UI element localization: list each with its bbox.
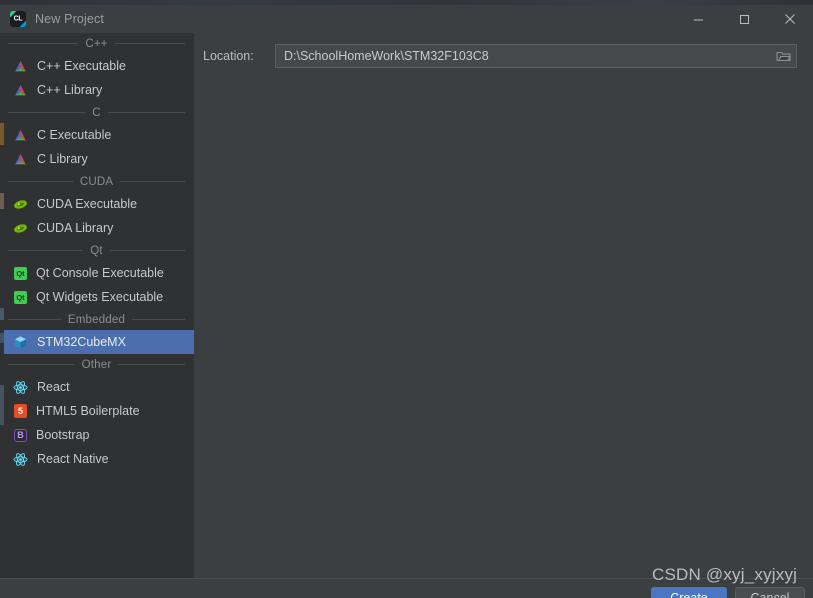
project-type-item[interactable]: Qt Qt Widgets Executable bbox=[4, 285, 194, 309]
dialog-content: C++ C++ Executable C++ Library C C Executabl… bbox=[0, 33, 813, 578]
csdn-watermark: CSDN @xyj_xyjxyj bbox=[652, 565, 798, 584]
project-type-list[interactable]: C++ C++ Executable C++ Library C C Executabl… bbox=[4, 33, 194, 578]
group-header: CUDA bbox=[4, 171, 194, 192]
folder-open-icon[interactable] bbox=[770, 45, 796, 67]
project-type-item[interactable]: C++ Executable bbox=[4, 54, 194, 78]
group-header: Embedded bbox=[4, 309, 194, 330]
bootstrap-icon: B bbox=[14, 428, 27, 442]
group-header-label: C bbox=[92, 106, 101, 119]
group-header-label: C++ bbox=[85, 37, 108, 50]
location-row: Location: D:\SchoolHomeWork\STM32F103C8 bbox=[203, 44, 797, 68]
project-type-label: Qt Widgets Executable bbox=[36, 290, 164, 304]
project-type-label: HTML5 Boilerplate bbox=[36, 404, 140, 418]
group-rule-right bbox=[132, 319, 186, 320]
group-rule-right bbox=[114, 43, 185, 44]
project-type-label: CUDA Executable bbox=[37, 197, 138, 211]
project-type-item[interactable]: 5 HTML5 Boilerplate bbox=[4, 399, 194, 423]
project-type-item[interactable]: CUDA Executable bbox=[4, 192, 194, 216]
minimize-icon[interactable] bbox=[675, 5, 721, 33]
maximize-icon[interactable] bbox=[721, 5, 767, 33]
window-controls bbox=[675, 5, 813, 33]
cancel-button[interactable]: Cancel bbox=[735, 587, 805, 598]
project-type-item[interactable]: React bbox=[4, 375, 194, 399]
clion-icon bbox=[10, 11, 26, 27]
cpp-icon bbox=[13, 59, 28, 74]
location-input[interactable]: D:\SchoolHomeWork\STM32F103C8 bbox=[276, 49, 489, 63]
new-project-dialog: New Project C++ C++ Executable C++ Library… bbox=[0, 0, 813, 598]
react-icon bbox=[13, 380, 28, 395]
project-type-item[interactable]: Qt Qt Console Executable bbox=[4, 261, 194, 285]
cuda-icon bbox=[13, 197, 28, 212]
group-header-label: Qt bbox=[90, 244, 103, 257]
project-type-label: React Native bbox=[37, 452, 109, 466]
project-type-item[interactable]: C Executable bbox=[4, 123, 194, 147]
project-type-label: Bootstrap bbox=[36, 428, 90, 442]
project-type-label: CUDA Library bbox=[37, 221, 114, 235]
project-type-label: C Library bbox=[37, 152, 88, 166]
cpp-icon bbox=[13, 83, 28, 98]
project-type-label: Qt Console Executable bbox=[36, 266, 164, 280]
qt-icon: Qt bbox=[14, 266, 27, 280]
project-settings-pane: Location: D:\SchoolHomeWork\STM32F103C8 bbox=[194, 33, 813, 578]
project-type-item[interactable]: B Bootstrap bbox=[4, 423, 194, 447]
group-rule-left bbox=[8, 364, 75, 365]
group-header-label: Embedded bbox=[67, 313, 126, 326]
group-rule-left bbox=[8, 181, 73, 182]
group-rule-right bbox=[118, 364, 186, 365]
group-rule-left bbox=[8, 319, 61, 320]
c-icon bbox=[13, 128, 28, 143]
project-type-label: React bbox=[37, 380, 70, 394]
location-label: Location: bbox=[203, 49, 254, 63]
react-icon bbox=[13, 452, 28, 467]
project-type-label: C++ Executable bbox=[37, 59, 126, 73]
project-type-item[interactable]: C Library bbox=[4, 147, 194, 171]
html5-icon: 5 bbox=[14, 404, 27, 418]
project-type-item[interactable]: CUDA Library bbox=[4, 216, 194, 240]
group-header: C bbox=[4, 102, 194, 123]
qt-icon: Qt bbox=[14, 290, 27, 304]
group-header: Qt bbox=[4, 240, 194, 261]
project-type-item[interactable]: C++ Library bbox=[4, 78, 194, 102]
title-bar: New Project bbox=[0, 5, 813, 33]
project-type-label: STM32CubeMX bbox=[37, 335, 126, 349]
close-icon[interactable] bbox=[767, 5, 813, 33]
group-rule-left bbox=[8, 250, 84, 251]
project-type-label: C++ Library bbox=[37, 83, 103, 97]
c-icon bbox=[13, 152, 28, 167]
group-header-label: CUDA bbox=[79, 175, 114, 188]
group-rule-right bbox=[120, 181, 186, 182]
group-rule-right bbox=[109, 250, 186, 251]
project-type-label: C Executable bbox=[37, 128, 112, 142]
location-field[interactable]: D:\SchoolHomeWork\STM32F103C8 bbox=[275, 44, 797, 68]
group-rule-left bbox=[8, 43, 79, 44]
group-rule-right bbox=[107, 112, 186, 113]
create-button[interactable]: Create bbox=[651, 587, 727, 598]
window-title: New Project bbox=[35, 12, 105, 26]
group-header-label: Other bbox=[81, 358, 112, 371]
group-rule-left bbox=[8, 112, 86, 113]
group-header: C++ bbox=[4, 33, 194, 54]
project-type-item[interactable]: STM32CubeMX bbox=[4, 330, 194, 354]
stm32-cube-icon bbox=[13, 335, 28, 350]
project-type-item[interactable]: React Native bbox=[4, 447, 194, 471]
group-header: Other bbox=[4, 354, 194, 375]
cuda-icon bbox=[13, 221, 28, 236]
